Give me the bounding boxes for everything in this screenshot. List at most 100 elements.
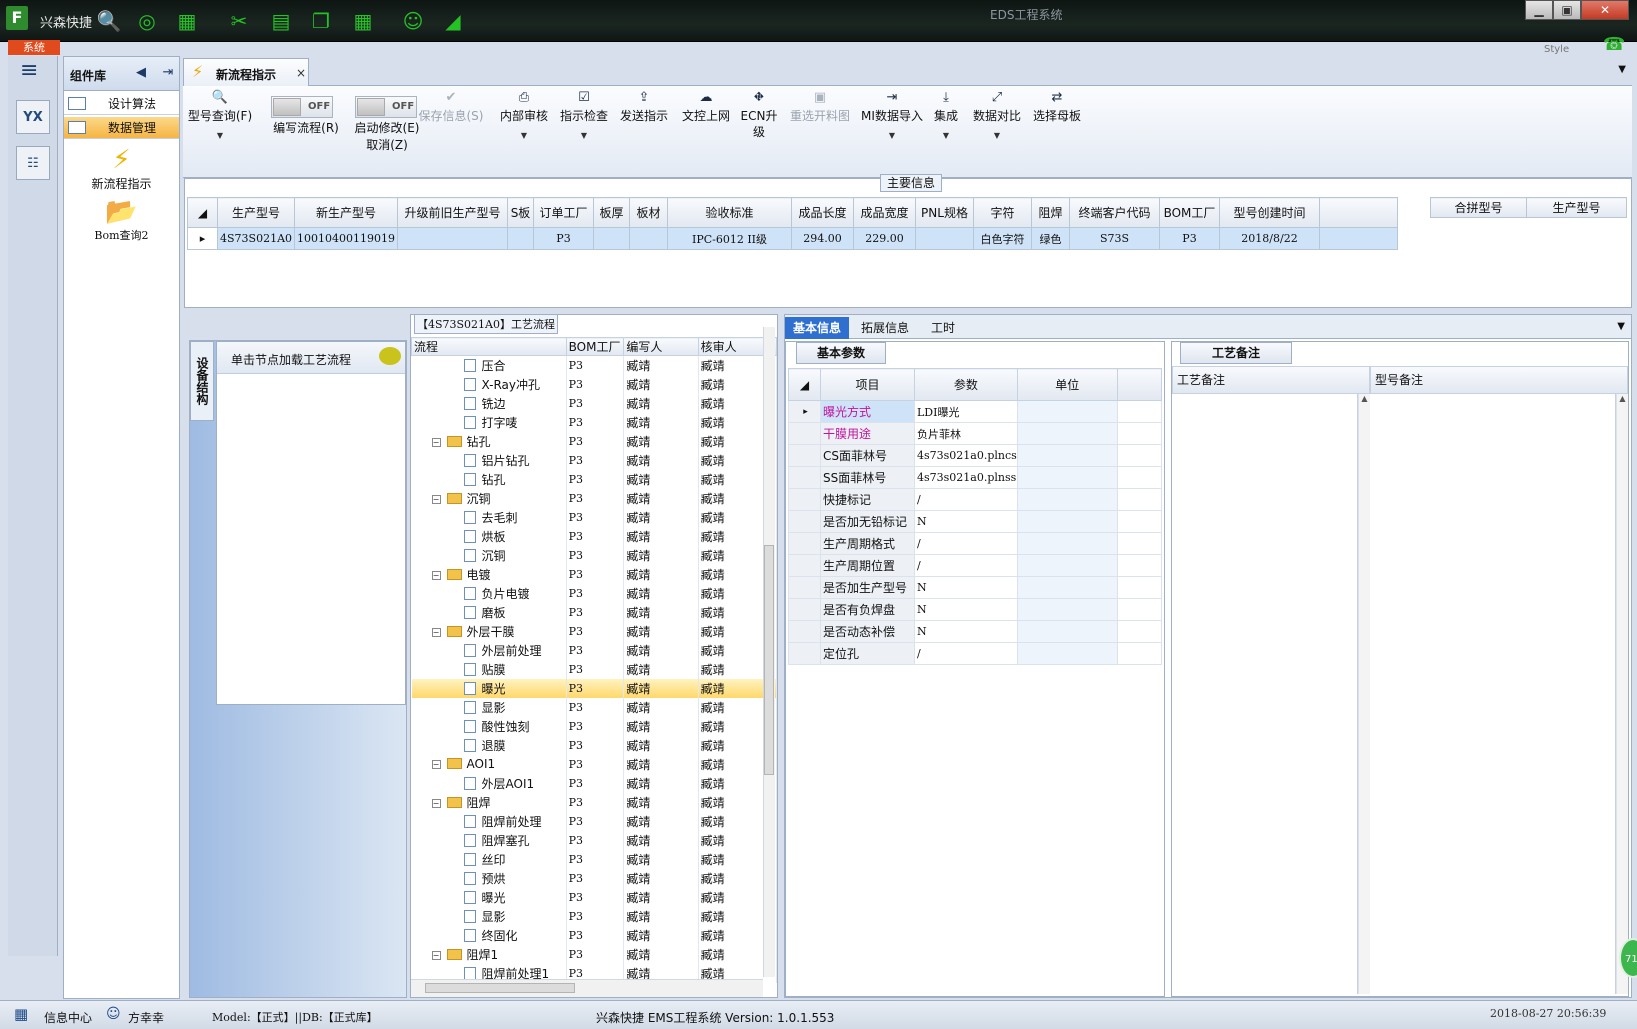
user-icon[interactable]: ☺ [400,8,426,34]
tree-node[interactable]: 显影 [411,697,567,717]
tree-row[interactable]: 烘板 P3 臧靖 臧靖 [411,526,778,546]
column-header[interactable]: 工艺备注 [1172,366,1370,394]
tab-basic-info[interactable]: 基本信息 [785,317,850,339]
param-value[interactable]: LDI曝光 [914,400,1018,423]
tree-node[interactable]: − 阻焊1 [411,944,567,964]
tree-row[interactable]: 显影 P3 臧靖 臧靖 [411,906,778,926]
tree-row[interactable]: 钻孔 P3 臧靖 臧靖 [411,469,778,489]
tree-row[interactable]: 曝光 P3 臧靖 臧靖 [411,678,778,698]
column-header[interactable]: 编写人 [623,337,699,356]
enable-edit-toggle[interactable]: OFF [355,96,417,118]
tree-node[interactable]: 外层前处理 [411,640,567,660]
table-cell[interactable]: 229.00 [853,227,916,250]
tree-row[interactable]: 丝印 P3 臧靖 臧靖 [411,849,778,869]
column-header[interactable]: 新生产型号 [294,197,398,228]
param-row[interactable]: SS面菲林号 4s73s021a0.plnss [788,466,1162,489]
param-unit[interactable] [1016,554,1118,577]
chevron-down-icon[interactable]: ▼ [1618,64,1626,75]
ribbon-button-1[interactable]: ⎙ 内部审核 ▼ [495,90,553,144]
param-row[interactable]: 生产周期位置 / [788,554,1162,577]
param-value[interactable]: N [914,510,1018,533]
ribbon-button-3[interactable]: ⇪ 发送指示 [615,90,673,124]
pin-icon[interactable]: ⇥ [163,65,174,80]
param-unit[interactable] [1016,510,1118,533]
menu-data-management[interactable]: 数据管理 [64,117,179,139]
tree-node[interactable]: 钻孔 [411,469,567,489]
tab-extended-info[interactable]: 拓展信息 [853,317,917,339]
param-unit[interactable] [1016,598,1118,621]
tree-node[interactable]: − 钻孔 [411,431,567,451]
tree-node[interactable]: − 外层干膜 [411,621,567,641]
table-cell[interactable]: 4S73S021A0 [216,227,296,250]
table-cell[interactable]: 绿色 [1031,227,1070,250]
scissors-icon[interactable]: ✂ [226,8,252,34]
param-unit[interactable] [1016,444,1118,467]
param-row[interactable]: 是否动态补偿 N [788,620,1162,643]
tree-node[interactable]: 去毛刺 [411,507,567,527]
tree-node[interactable]: 丝印 [411,849,567,869]
table-cell[interactable]: 294.00 [791,227,854,250]
tree-node[interactable]: 沉铜 [411,545,567,565]
tab-working-hours[interactable]: 工时 [923,317,963,339]
tree-row[interactable]: 终固化 P3 臧靖 臧靖 [411,925,778,945]
tree-row[interactable]: − 阻焊 P3 臧靖 臧靖 [411,792,778,812]
tree-row[interactable]: − 钻孔 P3 臧靖 臧靖 [411,431,778,451]
column-header[interactable]: 成品宽度 [853,197,916,228]
ribbon-button-5[interactable]: ⛖ ECN升级 [737,90,781,140]
close-button[interactable]: ✕ [1581,0,1629,20]
param-unit[interactable] [1016,400,1118,423]
copy-icon[interactable]: ❐ [308,8,334,34]
tree-node[interactable]: 负片电镀 [411,583,567,603]
column-header[interactable]: 合拼型号 [1430,197,1527,218]
param-row[interactable]: 是否加生产型号 N [788,576,1162,599]
column-header[interactable]: 字符 [973,197,1032,228]
system-menu-tab[interactable]: 系统 [8,40,60,55]
column-header[interactable]: S板 [507,197,534,228]
param-row[interactable]: CS面菲林号 4s73s021a0.plncs [788,444,1162,467]
param-row[interactable]: 是否有负焊盘 N [788,598,1162,621]
table-cell[interactable] [507,227,534,250]
tree-node[interactable]: 曝光 [411,887,567,907]
table-cell[interactable]: IPC-6012 II级 [667,227,792,250]
scroll-thumb[interactable] [764,545,774,775]
phone-icon[interactable]: ☎ [1603,34,1625,55]
param-unit[interactable] [1016,576,1118,599]
collapse-icon[interactable]: − [431,437,441,447]
table-cell[interactable] [593,227,630,250]
process-note-textarea[interactable] [1172,394,1358,994]
param-value[interactable]: 4s73s021a0.plnss [914,466,1018,489]
vertical-scrollbar[interactable]: ▲ [1616,394,1628,994]
param-value[interactable]: / [914,532,1018,555]
tree-row[interactable]: − 外层干膜 P3 臧靖 臧靖 [411,621,778,641]
tree-row[interactable]: 曝光 P3 臧靖 臧靖 [411,887,778,907]
tree-node[interactable]: 酸性蚀刻 [411,716,567,736]
scroll-thumb[interactable] [425,983,575,993]
table-row[interactable]: ▸ 4S73S021A0 10010400119019 P3 IPC-6012 II级 2… [187,227,1398,250]
collapse-icon[interactable]: − [431,570,441,580]
collapse-icon[interactable]: − [431,494,441,504]
column-header[interactable]: 阻焊 [1031,197,1070,228]
param-unit[interactable] [1016,532,1118,555]
column-header[interactable]: BOM工厂 [565,337,625,356]
column-header[interactable]: BOM工厂 [1159,197,1220,228]
table-cell[interactable]: S73S [1069,227,1160,250]
equipment-structure-tab[interactable]: 设备结构 [190,341,214,421]
param-value[interactable]: N [914,598,1018,621]
area-chart-icon[interactable]: ◢ [440,8,466,34]
tree-row[interactable]: − 沉铜 P3 臧靖 臧靖 [411,488,778,508]
close-tab-icon[interactable]: × [296,66,306,80]
tree-node[interactable]: − 电镀 [411,564,567,584]
table-cell[interactable]: P3 [1159,227,1220,250]
param-row[interactable]: 生产周期格式 / [788,532,1162,555]
tree-row[interactable]: 压合 P3 臧靖 臧靖 [411,355,778,375]
vertical-scrollbar[interactable]: ▲ [1358,394,1370,994]
tree-row[interactable]: − AOI1 P3 臧靖 臧靖 [411,754,778,774]
column-header[interactable]: 单位 [1016,368,1118,401]
tree-row[interactable]: 外层前处理 P3 臧靖 臧靖 [411,640,778,660]
param-row[interactable]: 是否加无铅标记 N [788,510,1162,533]
tree-node[interactable]: 阻焊前处理 [411,811,567,831]
collapse-icon[interactable]: − [431,798,441,808]
write-flow-toggle[interactable]: OFF [271,96,333,118]
ribbon-button-7[interactable]: ⇥ MI数据导入 ▼ [859,90,925,144]
tree-row[interactable]: 铝片钻孔 P3 臧靖 臧靖 [411,450,778,470]
